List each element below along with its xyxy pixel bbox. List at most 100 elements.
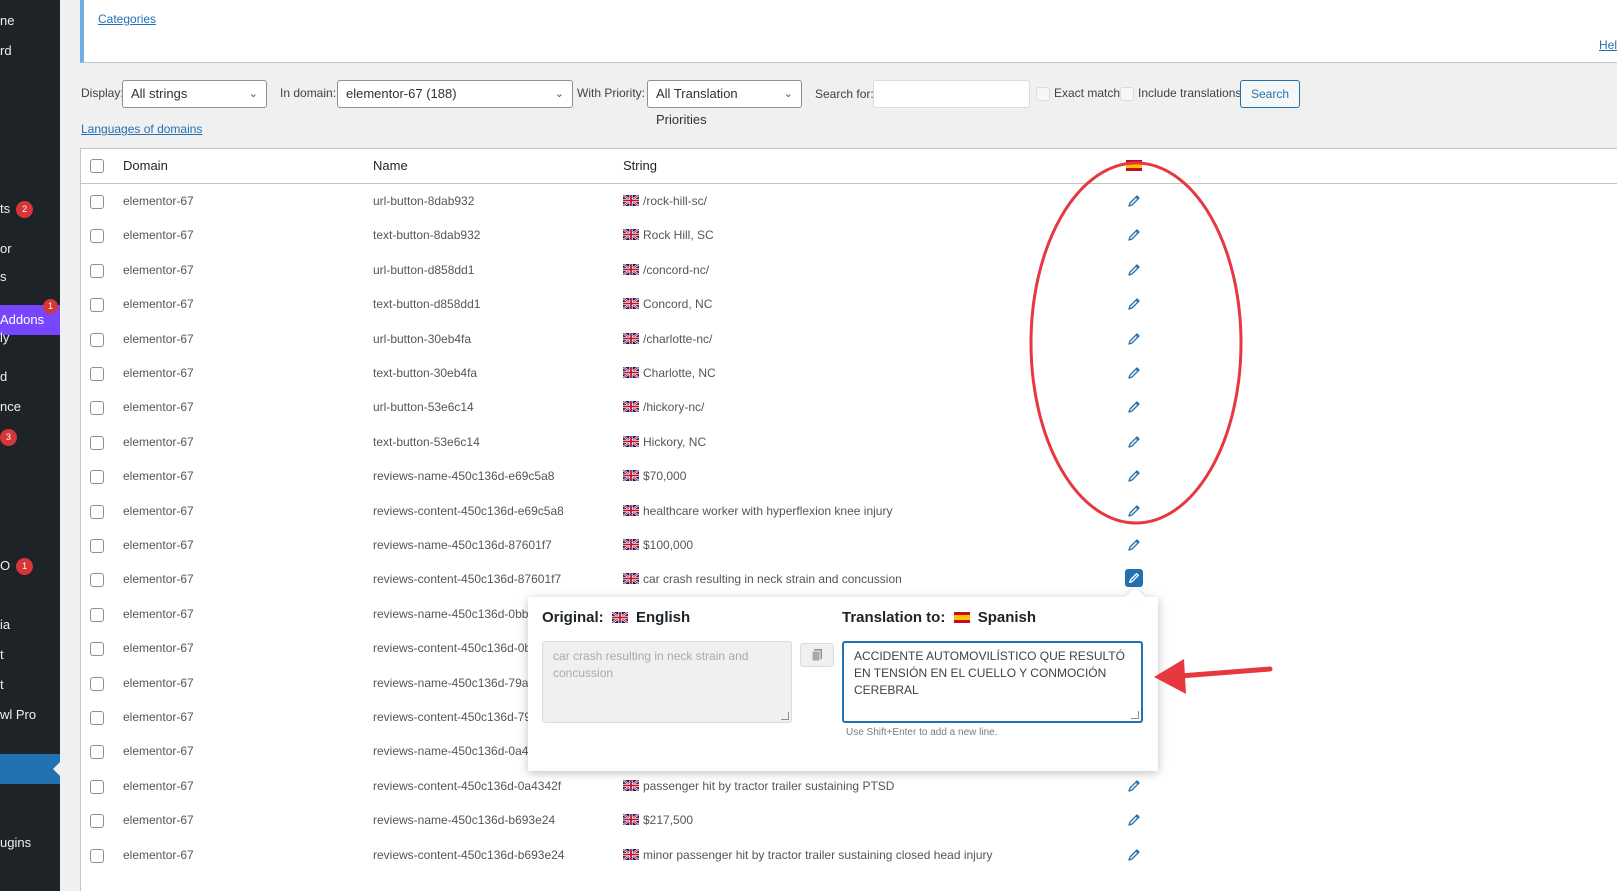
chevron-down-icon: ⌄ bbox=[248, 88, 258, 100]
name-cell: text-button-d858dd1 bbox=[373, 297, 481, 312]
row-checkbox[interactable] bbox=[90, 470, 104, 485]
sidebar-item[interactable]: wl Pro bbox=[0, 704, 36, 726]
domain-cell: elementor-67 bbox=[123, 400, 194, 415]
string-text: Hickory, NC bbox=[643, 434, 707, 449]
sidebar-item[interactable]: ne bbox=[0, 10, 14, 32]
table-row: elementor-67 url-button-53e6c14/hickory-n… bbox=[81, 391, 1617, 425]
copy-icon bbox=[811, 649, 822, 662]
categories-link[interactable]: Categories bbox=[98, 12, 156, 26]
row-checkbox[interactable] bbox=[90, 676, 104, 691]
column-header-name[interactable]: Name bbox=[373, 158, 408, 173]
sidebar-item[interactable]: or bbox=[0, 238, 12, 260]
row-checkbox[interactable] bbox=[90, 539, 104, 553]
sidebar-item[interactable]: ly bbox=[0, 327, 9, 349]
edit-translation-pencil-icon[interactable] bbox=[1127, 469, 1143, 485]
domain-select[interactable]: elementor-67 (188) ⌄ bbox=[337, 80, 573, 108]
uk-flag-icon bbox=[623, 848, 639, 860]
priority-select[interactable]: All Translation Priorities ⌄ bbox=[647, 80, 802, 127]
uk-flag-icon bbox=[623, 814, 639, 826]
edit-translation-pencil-icon[interactable] bbox=[1127, 538, 1143, 554]
search-input[interactable] bbox=[873, 80, 1030, 108]
row-checkbox[interactable] bbox=[90, 367, 104, 381]
row-checkbox[interactable] bbox=[90, 504, 104, 519]
sidebar-item-current[interactable] bbox=[0, 754, 60, 784]
admin-sidebar: ne rd ts 2 or s Addons 1 ly d nce 3 O1 ia… bbox=[0, 0, 60, 891]
resize-grip[interactable] bbox=[1131, 711, 1139, 719]
column-header-domain[interactable]: Domain bbox=[123, 158, 168, 173]
name-cell: reviews-name-450c136d-0a434 bbox=[373, 744, 542, 759]
edit-translation-pencil-icon[interactable] bbox=[1127, 228, 1143, 244]
string-text: passenger hit by tractor trailer sustain… bbox=[643, 778, 895, 793]
edit-translation-pencil-icon[interactable] bbox=[1127, 779, 1143, 795]
sidebar-item[interactable]: t bbox=[0, 674, 4, 696]
row-checkbox[interactable] bbox=[90, 401, 104, 416]
copy-original-button[interactable] bbox=[800, 643, 834, 667]
row-checkbox[interactable] bbox=[90, 435, 104, 450]
row-checkbox[interactable] bbox=[90, 263, 104, 278]
sidebar-item[interactable]: d bbox=[0, 366, 7, 388]
string-cell: minor passenger hit by tractor trailer s… bbox=[623, 848, 993, 862]
row-checkbox[interactable] bbox=[90, 607, 104, 622]
row-checkbox[interactable] bbox=[90, 745, 104, 760]
sidebar-item[interactable]: t bbox=[0, 644, 4, 666]
translation-textarea[interactable]: ACCIDENTE AUTOMOVILÍSTICO QUE RESULTÓ EN… bbox=[842, 641, 1143, 723]
domain-cell: elementor-67 bbox=[123, 606, 194, 621]
edit-translation-pencil-icon[interactable] bbox=[1127, 263, 1143, 279]
string-text: Charlotte, NC bbox=[643, 366, 716, 380]
search-button[interactable]: Search bbox=[1240, 80, 1301, 108]
table-row: elementor-67 reviews-name-450c136d-b693e2… bbox=[81, 804, 1617, 838]
domain-cell: elementor-67 bbox=[123, 434, 194, 449]
row-checkbox[interactable] bbox=[90, 332, 104, 347]
edit-translation-pencil-icon[interactable] bbox=[1127, 194, 1143, 210]
sidebar-item[interactable]: rd bbox=[0, 40, 12, 62]
row-checkbox[interactable] bbox=[90, 779, 104, 794]
domain-cell: elementor-67 bbox=[123, 228, 194, 243]
row-checkbox[interactable] bbox=[90, 711, 104, 725]
string-cell: Rock Hill, SC bbox=[623, 228, 714, 242]
domain-cell: elementor-67 bbox=[123, 297, 194, 312]
row-checkbox[interactable] bbox=[90, 229, 104, 244]
resize-grip[interactable] bbox=[781, 712, 789, 720]
display-select[interactable]: All strings ⌄ bbox=[122, 80, 267, 108]
sidebar-item[interactable]: ugins bbox=[0, 832, 31, 854]
include-translations-checkbox[interactable] bbox=[1120, 87, 1134, 101]
edit-translation-pencil-icon[interactable] bbox=[1127, 400, 1143, 416]
help-link[interactable]: Hel bbox=[1599, 38, 1617, 52]
row-checkbox[interactable] bbox=[90, 573, 104, 588]
edit-translation-pencil-icon[interactable] bbox=[1127, 332, 1143, 348]
edit-translation-pencil-icon[interactable] bbox=[1127, 504, 1143, 520]
row-checkbox[interactable] bbox=[90, 814, 104, 829]
sidebar-item[interactable]: s bbox=[0, 266, 7, 288]
string-cell: /hickory-nc/ bbox=[623, 400, 704, 414]
edit-translation-pencil-icon[interactable] bbox=[1127, 848, 1143, 864]
string-text: Concord, NC bbox=[643, 297, 713, 312]
name-cell: text-button-8dab932 bbox=[373, 228, 481, 243]
select-all-checkbox[interactable] bbox=[90, 159, 104, 173]
edit-translation-button-active[interactable] bbox=[1125, 569, 1143, 588]
translation-popup: Original: English Translation to: Spanis… bbox=[528, 587, 1158, 771]
name-cell: reviews-name-450c136d-79a59 bbox=[373, 675, 542, 690]
row-checkbox[interactable] bbox=[90, 298, 104, 313]
edit-translation-pencil-icon[interactable] bbox=[1127, 435, 1143, 451]
edit-translation-pencil-icon[interactable] bbox=[1127, 297, 1143, 313]
name-cell: reviews-content-450c136d-79a bbox=[373, 710, 538, 724]
exact-match-checkbox[interactable] bbox=[1036, 87, 1050, 101]
row-checkbox[interactable] bbox=[90, 848, 104, 863]
column-header-string[interactable]: String bbox=[623, 158, 657, 173]
languages-of-domains-link[interactable]: Languages of domains bbox=[81, 122, 202, 136]
uk-flag-icon bbox=[623, 229, 639, 241]
sidebar-item[interactable]: 3 bbox=[0, 426, 17, 448]
sidebar-item[interactable]: ia bbox=[0, 614, 10, 636]
name-cell: url-button-d858dd1 bbox=[373, 262, 475, 277]
string-text: $70,000 bbox=[643, 469, 687, 484]
row-checkbox[interactable] bbox=[90, 195, 104, 209]
sidebar-item[interactable]: O1 bbox=[0, 555, 34, 577]
sidebar-item[interactable]: ts 2 bbox=[0, 198, 34, 220]
uk-flag-icon bbox=[623, 263, 639, 275]
edit-translation-pencil-icon[interactable] bbox=[1127, 366, 1143, 382]
name-cell: url-button-53e6c14 bbox=[373, 400, 474, 415]
edit-translation-pencil-icon[interactable] bbox=[1127, 813, 1143, 829]
string-cell: Charlotte, NC bbox=[623, 366, 716, 380]
sidebar-item[interactable]: nce bbox=[0, 396, 21, 418]
row-checkbox[interactable] bbox=[90, 642, 104, 657]
